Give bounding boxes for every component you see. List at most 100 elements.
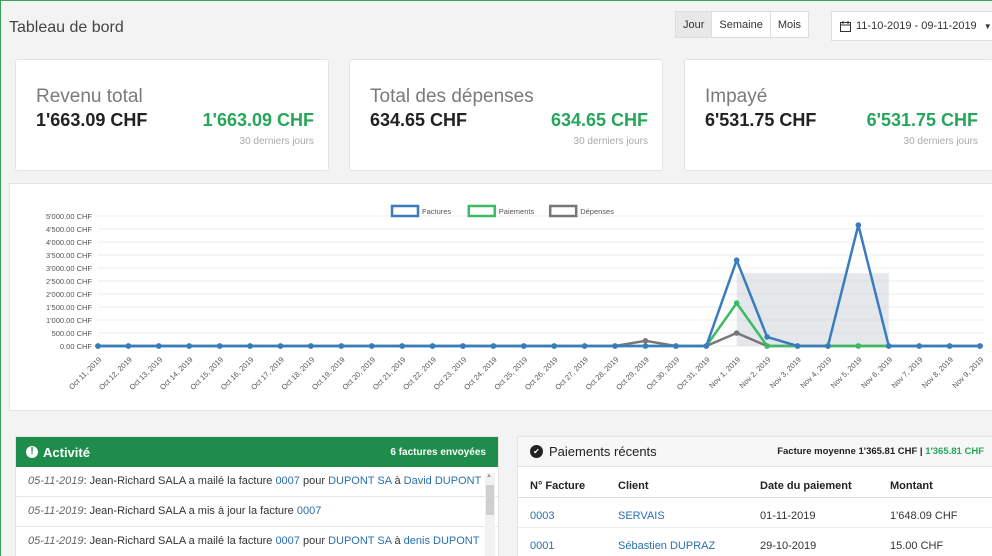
date-range-picker[interactable]: 11-10-2019 - 09-11-2019 ▼ <box>831 11 992 41</box>
data-point <box>125 343 132 349</box>
data-point <box>612 343 618 349</box>
stat-value: 634.65 CHF <box>370 110 468 130</box>
x-tick-label: Nov 9, 2019 <box>950 355 985 390</box>
line-chart: 0.00 CHF 500.00 CHF 1'000.00 CHF 1'500.00 C… <box>46 204 985 392</box>
x-tick-label: Oct 31, 2019 <box>675 355 712 392</box>
data-point <box>551 343 558 349</box>
column-header[interactable]: Date du paiement <box>748 467 878 498</box>
activity-header: ! Activité 6 factures envoyées <box>16 437 498 467</box>
stat-subtitle: 30 derniers jours <box>903 136 978 147</box>
data-point <box>642 343 649 349</box>
x-tick-label: Nov 1, 2019 <box>707 355 742 390</box>
data-point <box>338 343 345 349</box>
invoice-link[interactable]: 0007 <box>275 475 299 487</box>
y-tick-label: 4'500.00 CHF <box>46 225 92 234</box>
client-link[interactable]: DUPONT SA <box>328 475 391 487</box>
data-point <box>642 338 649 344</box>
activity-scrollbar[interactable]: ▲ <box>485 473 495 556</box>
y-tick-label: 3'000.00 CHF <box>46 264 92 273</box>
data-point <box>916 343 922 349</box>
activity-text: à <box>391 535 404 547</box>
stat-card-expenses: Total des dépenses 634.65 CHF 634.65 CHF… <box>349 59 663 171</box>
activity-title: Activité <box>43 444 90 460</box>
client-link[interactable]: Sébastien DUPRAZ <box>606 527 748 556</box>
payment-date: 29-10-2019 <box>748 527 878 556</box>
data-point <box>673 343 679 349</box>
y-tick-label: 1'000.00 CHF <box>46 316 92 325</box>
chart-panel: 0.00 CHF 500.00 CHF 1'000.00 CHF 1'500.00 C… <box>9 183 992 411</box>
x-tick-label: Nov 3, 2019 <box>768 355 803 390</box>
average-invoice: Facture moyenne 1'365.81 CHF | 1'365.81 … <box>777 446 984 457</box>
client-link[interactable]: DUPONT SA <box>328 535 391 547</box>
y-tick-label: 0.00 CHF <box>60 342 93 351</box>
activity-count: 6 factures envoyées <box>390 446 486 458</box>
legend-swatch <box>467 204 497 218</box>
data-point <box>399 343 405 349</box>
data-point <box>277 343 284 349</box>
page-title: Tableau de bord <box>9 19 124 36</box>
activity-panel: ! Activité 6 factures envoyées 05-11-201… <box>15 436 499 556</box>
stat-card-revenue: Revenu total 1'663.09 CHF 1'663.09 CHF 3… <box>15 59 329 171</box>
period-week-button[interactable]: Semaine <box>712 12 771 37</box>
column-header[interactable]: N° Facture <box>518 467 606 498</box>
payment-date: 01-11-2019 <box>748 497 878 528</box>
x-tick-label: Nov 4, 2019 <box>798 355 833 390</box>
client-link[interactable]: SERVAIS <box>606 497 748 528</box>
data-point <box>186 343 193 349</box>
invoice-link[interactable]: 0003 <box>518 497 606 528</box>
contact-link[interactable]: denis DUPONT <box>404 535 480 547</box>
data-point <box>885 343 892 349</box>
data-point <box>764 334 770 340</box>
invoice-link[interactable]: 0007 <box>297 505 321 517</box>
data-point <box>733 330 740 336</box>
stat-value-alt: 1'663.09 CHF <box>202 110 314 130</box>
period-day-button[interactable]: Jour <box>676 12 713 37</box>
activity-text: pour <box>299 535 329 547</box>
stat-title: Impayé <box>705 86 768 107</box>
column-header[interactable]: Client <box>606 467 748 498</box>
date-range-text: 11-10-2019 - 09-11-2019 <box>856 20 977 32</box>
payments-title: Paiements récents <box>549 444 657 459</box>
y-tick-label: 1'500.00 CHF <box>46 303 92 312</box>
y-tick-label: 4'000.00 CHF <box>46 238 92 247</box>
activity-date: 05-11-2019 <box>28 535 84 547</box>
activity-date: 05-11-2019 <box>28 505 84 517</box>
invoice-link[interactable]: 0001 <box>518 527 606 556</box>
period-month-button[interactable]: Mois <box>770 12 809 37</box>
stat-subtitle: 30 derniers jours <box>573 136 648 147</box>
data-point <box>825 343 831 349</box>
stat-subtitle: 30 derniers jours <box>239 136 314 147</box>
y-tick-label: 3'500.00 CHF <box>46 251 92 260</box>
activity-item: 05-11-2019: Jean-Richard SALA a mailé la… <box>16 467 498 497</box>
caret-down-icon: ▼ <box>983 21 992 31</box>
data-point <box>490 343 497 349</box>
stat-value: 1'663.09 CHF <box>36 110 148 130</box>
payments-panel: ✔ Paiements récents Facture moyenne 1'36… <box>517 436 992 556</box>
payments-header: ✔ Paiements récents Facture moyenne 1'36… <box>518 437 992 467</box>
data-point <box>460 343 466 349</box>
data-point <box>247 343 253 349</box>
activity-text: pour <box>299 475 329 487</box>
stat-title: Revenu total <box>36 86 143 107</box>
stat-title: Total des dépenses <box>370 86 534 107</box>
data-point <box>977 343 983 349</box>
data-point <box>429 343 436 349</box>
data-point <box>156 343 162 349</box>
stat-value-alt: 634.65 CHF <box>550 110 648 130</box>
check-circle-icon: ✔ <box>530 445 543 458</box>
x-tick-label: Nov 7, 2019 <box>890 355 925 390</box>
x-tick-label: Nov 6, 2019 <box>859 355 894 390</box>
activity-text: à <box>391 475 404 487</box>
data-point <box>216 343 223 349</box>
column-header[interactable]: Montant <box>878 467 992 498</box>
contact-link[interactable]: David DUPONT <box>404 475 482 487</box>
data-point <box>733 300 740 306</box>
scroll-up-icon[interactable]: ▲ <box>486 473 492 479</box>
invoice-link[interactable]: 0007 <box>275 535 299 547</box>
x-tick-label: Nov 2, 2019 <box>738 355 773 390</box>
stat-value-alt: 6'531.75 CHF <box>866 110 978 130</box>
x-tick-label: Nov 5, 2019 <box>829 355 864 390</box>
payments-table: N° Facture Client Date du paiement Monta… <box>518 467 992 556</box>
stat-card-unpaid: Impayé 6'531.75 CHF 6'531.75 CHF 30 dern… <box>684 59 992 171</box>
scrollbar-thumb[interactable] <box>486 485 494 515</box>
